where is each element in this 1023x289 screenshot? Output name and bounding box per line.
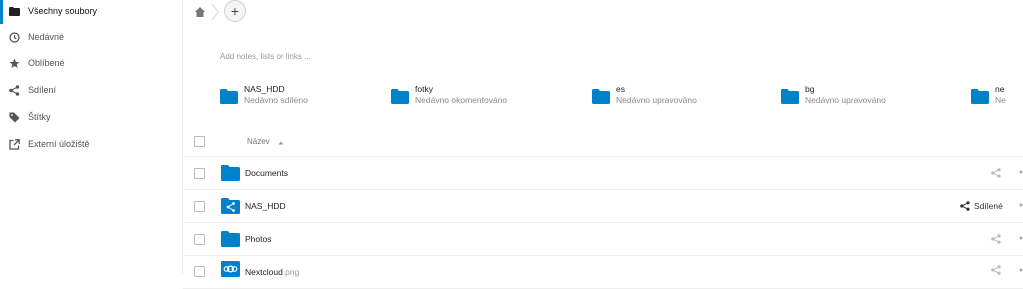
file-row[interactable]: Photos: [183, 223, 1023, 256]
file-basename: Photos: [245, 234, 272, 244]
more-actions-icon[interactable]: [1019, 236, 1023, 240]
sort-by-name-button[interactable]: Název: [247, 137, 270, 146]
image-thumbnail-icon: [221, 261, 240, 277]
home-icon[interactable]: [193, 5, 207, 19]
row-checkbox[interactable]: [194, 234, 205, 245]
sidebar-item-label: Sdílení: [28, 85, 57, 95]
select-all-checkbox[interactable]: [194, 136, 205, 147]
recommended-file-reason: Ne: [995, 95, 1006, 105]
file-name: Documents: [245, 168, 288, 178]
shared-status-label[interactable]: Sdílené: [974, 201, 1003, 211]
file-extension: .png: [282, 267, 300, 277]
more-actions-icon[interactable]: [1019, 170, 1023, 174]
clock-icon: [8, 31, 20, 43]
sidebar-item-label: Nedávné: [28, 32, 65, 42]
recommended-file-name: fotky: [415, 84, 433, 94]
folder-icon: [781, 89, 799, 104]
sidebar-item-recent[interactable]: Nedávné: [0, 24, 182, 50]
folder-icon: [221, 165, 240, 181]
shared-folder-icon: [221, 198, 240, 214]
folder-icon: [971, 89, 989, 104]
notes-placeholder[interactable]: Add notes, lists or links ...: [220, 52, 311, 61]
more-actions-icon[interactable]: [1019, 203, 1023, 207]
recommended-file-reason: Nedávno upravováno: [616, 95, 697, 105]
folder-icon: [220, 89, 238, 104]
recommended-file-name: ne: [995, 84, 1005, 94]
file-row[interactable]: Documents: [183, 157, 1023, 190]
plus-icon: +: [230, 3, 240, 19]
sidebar-item-label: Externí úložiště: [28, 139, 90, 149]
recommended-file-name: NAS_HDD: [244, 84, 285, 94]
file-name: NAS_HDD: [245, 201, 286, 211]
navigation-sidebar: Všechny soubory Nedávné Oblíbené Sdílení…: [0, 0, 183, 274]
recommended-file[interactable]: ne Ne: [971, 84, 1006, 114]
recommended-file[interactable]: fotky Nedávno okomentováno: [391, 84, 507, 114]
folder-icon: [221, 231, 240, 247]
file-basename: Nextcloud: [245, 267, 283, 277]
share-icon[interactable]: [991, 168, 1001, 178]
recommended-file[interactable]: NAS_HDD Nedávno sdíleno: [220, 84, 308, 114]
breadcrumb-separator-icon: [210, 3, 220, 21]
tag-icon: [8, 111, 20, 123]
file-row[interactable]: NAS_HDD Sdílené: [183, 190, 1023, 223]
sidebar-item-label: Všechny soubory: [28, 6, 98, 16]
recommended-file[interactable]: es Nedávno upravováno: [592, 84, 697, 114]
files-main-content: + Add notes, lists or links ... NAS_HDD …: [183, 0, 1023, 289]
folder-icon: [592, 89, 610, 104]
more-actions-icon[interactable]: [1019, 268, 1023, 272]
folder-icon: [391, 89, 409, 104]
sidebar-item-label: Štítky: [28, 112, 51, 122]
external-link-icon: [8, 138, 20, 150]
file-name: Nextcloud.png: [245, 267, 299, 277]
share-icon[interactable]: [991, 234, 1001, 244]
sidebar-item-external-storage[interactable]: Externí úložiště: [0, 131, 182, 157]
row-checkbox[interactable]: [194, 266, 205, 277]
share-icon[interactable]: [960, 201, 970, 211]
recommended-file[interactable]: bg Nedávno upravováno: [781, 84, 886, 114]
new-file-button[interactable]: +: [224, 0, 246, 22]
sort-ascending-icon: [278, 141, 284, 145]
file-basename: NAS_HDD: [245, 201, 286, 211]
share-icon: [8, 84, 20, 96]
file-row[interactable]: Nextcloud.png: [183, 256, 1023, 289]
recommended-file-reason: Nedávno sdíleno: [244, 95, 308, 105]
sidebar-item-favorites[interactable]: Oblíbené: [0, 50, 182, 76]
recommended-file-name: es: [616, 84, 625, 94]
row-checkbox[interactable]: [194, 201, 205, 212]
file-name: Photos: [245, 234, 271, 244]
recommended-file-name: bg: [805, 84, 815, 94]
recommended-file-reason: Nedávno upravováno: [805, 95, 886, 105]
star-icon: [8, 57, 20, 69]
file-basename: Documents: [245, 168, 288, 178]
sidebar-item-sharing[interactable]: Sdílení: [0, 77, 182, 103]
sidebar-item-all-files[interactable]: Všechny soubory: [0, 0, 182, 24]
sidebar-item-label: Oblíbené: [28, 58, 65, 68]
row-checkbox[interactable]: [194, 168, 205, 179]
folder-icon: [8, 5, 20, 17]
file-list-header: Název: [183, 128, 1023, 157]
recommended-file-reason: Nedávno okomentováno: [415, 95, 508, 105]
sidebar-item-tags[interactable]: Štítky: [0, 104, 182, 130]
